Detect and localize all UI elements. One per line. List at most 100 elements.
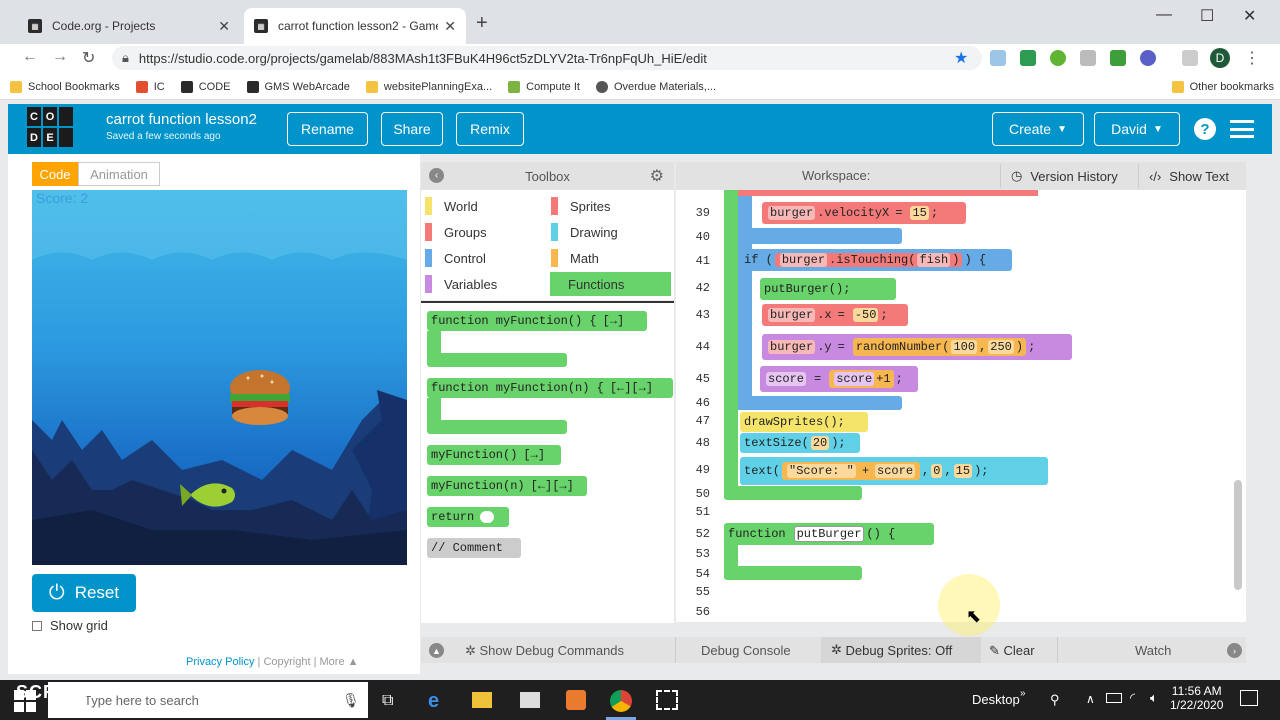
category-variables[interactable]: Variables bbox=[421, 272, 545, 296]
return-block[interactable]: return bbox=[427, 507, 509, 527]
browser-tab-gamelab[interactable]: ▦ carrot function lesson2 - Game L... ✕ bbox=[244, 8, 466, 44]
maximize-icon[interactable]: ☐ bbox=[1200, 6, 1214, 26]
collapse-toolbox-icon[interactable]: ‹ bbox=[429, 168, 444, 183]
workspace-scrollbar[interactable] bbox=[1234, 480, 1242, 590]
code-block-function-putburger[interactable]: function putBurger() { bbox=[724, 523, 934, 545]
tray-caret-icon[interactable]: ∧ bbox=[1086, 692, 1095, 706]
debug-sprites-toggle[interactable]: ✲ Debug Sprites: Off bbox=[821, 637, 981, 663]
comment-block[interactable]: // Comment bbox=[427, 538, 521, 558]
remix-button[interactable]: Remix bbox=[456, 112, 524, 146]
copyright-link[interactable]: Copyright bbox=[263, 656, 310, 668]
user-menu-button[interactable]: David ▼ bbox=[1094, 112, 1180, 146]
chevron-icon[interactable]: » bbox=[1020, 688, 1026, 699]
bookmark-item[interactable]: School Bookmarks bbox=[10, 80, 120, 93]
category-functions[interactable]: Functions bbox=[550, 272, 671, 296]
snipping-tool-icon[interactable] bbox=[656, 690, 678, 710]
more-link[interactable]: More bbox=[320, 656, 345, 668]
code-block-putburger-call[interactable]: putBurger(); bbox=[760, 278, 896, 300]
forward-icon[interactable]: → bbox=[52, 48, 68, 66]
category-world[interactable]: World bbox=[421, 194, 545, 218]
minimize-icon[interactable]: — bbox=[1156, 6, 1172, 24]
code-mode-tab[interactable]: Code bbox=[32, 162, 78, 186]
file-explorer-icon[interactable] bbox=[472, 692, 492, 708]
help-icon[interactable]: ? bbox=[1194, 118, 1216, 140]
function-call-param-block[interactable]: myFunction(n) [←][→] bbox=[427, 476, 587, 496]
show-text-button[interactable]: ‹/› Show Text bbox=[1138, 164, 1246, 188]
new-tab-icon[interactable]: + bbox=[476, 12, 488, 35]
reset-button[interactable]: ⏻ Reset bbox=[32, 574, 136, 612]
expand-watch-icon[interactable]: › bbox=[1227, 643, 1242, 658]
privacy-policy-link[interactable]: Privacy Policy bbox=[186, 656, 254, 668]
function-def-block[interactable]: function myFunction() {[→] bbox=[427, 311, 647, 331]
bookmark-item[interactable]: IC bbox=[135, 80, 165, 93]
extension-icon[interactable] bbox=[1110, 50, 1126, 66]
volume-icon[interactable]: 🔈︎ bbox=[1150, 690, 1158, 706]
code-org-logo[interactable]: CO DE bbox=[26, 106, 74, 148]
extension-icon[interactable] bbox=[1050, 50, 1066, 66]
category-drawing[interactable]: Drawing bbox=[547, 220, 671, 244]
bookmark-star-icon[interactable]: ★ bbox=[954, 48, 968, 68]
code-block-burger-y[interactable]: burger .y = randomNumber(100, 250); bbox=[762, 334, 1072, 360]
browser-menu-icon[interactable]: ⋮ bbox=[1244, 48, 1260, 68]
bookmark-item[interactable]: Compute It bbox=[508, 80, 580, 93]
battery-icon[interactable] bbox=[1106, 693, 1122, 703]
code-block-if[interactable]: if (burger .isTouching(fish)) { bbox=[740, 249, 1012, 271]
bookmark-item[interactable]: Overdue Materials,... bbox=[595, 80, 716, 93]
back-icon[interactable]: ← bbox=[22, 48, 38, 66]
hamburger-menu-icon[interactable] bbox=[1230, 120, 1254, 138]
show-debug-commands-button[interactable]: ✲ Show Debug Commands bbox=[465, 643, 624, 659]
microphone-icon[interactable]: 🎙︎ bbox=[342, 692, 360, 709]
show-grid-checkbox[interactable]: Show grid bbox=[32, 618, 108, 633]
chrome-icon[interactable] bbox=[610, 690, 632, 712]
rename-button[interactable]: Rename bbox=[287, 112, 368, 146]
category-sprites[interactable]: Sprites bbox=[547, 194, 671, 218]
task-view-icon[interactable]: ⧉ bbox=[382, 692, 393, 710]
extension-icon[interactable] bbox=[990, 50, 1006, 66]
create-menu-button[interactable]: Create ▼ bbox=[992, 112, 1084, 146]
code-block-velocity[interactable]: burger .velocityX = 15; bbox=[762, 202, 966, 224]
bookmark-item[interactable]: websitePlanningExa... bbox=[365, 80, 492, 93]
game-canvas[interactable] bbox=[32, 190, 407, 565]
line-number: 47 bbox=[695, 414, 710, 428]
collapse-debug-icon[interactable]: ▲ bbox=[429, 643, 444, 658]
code-block-burger-x[interactable]: burger .x = -50; bbox=[762, 304, 908, 326]
profile-avatar[interactable]: D bbox=[1210, 48, 1230, 68]
network-icon[interactable]: ◜ bbox=[1130, 690, 1135, 706]
extension-icon[interactable] bbox=[1020, 50, 1036, 66]
clear-console-button[interactable]: ✎ Clear bbox=[989, 643, 1035, 659]
code-block-drawsprites[interactable]: drawSprites(); bbox=[740, 412, 868, 432]
code-block-text[interactable]: text( "Score: " + score, 0, 15); bbox=[740, 457, 1048, 485]
extension-icon[interactable] bbox=[1140, 50, 1156, 66]
animation-mode-tab[interactable]: Animation bbox=[78, 162, 160, 186]
function-call-block[interactable]: myFunction() [→] bbox=[427, 445, 561, 465]
close-window-icon[interactable]: ✕ bbox=[1243, 6, 1256, 26]
extension-icon[interactable] bbox=[1080, 50, 1096, 66]
app-icon[interactable] bbox=[566, 690, 586, 710]
edge-icon[interactable]: e bbox=[428, 690, 439, 713]
notifications-icon[interactable] bbox=[1240, 690, 1258, 706]
close-tab-icon[interactable]: ✕ bbox=[218, 18, 230, 35]
category-groups[interactable]: Groups bbox=[421, 220, 545, 244]
desktop-toolbar[interactable]: Desktop bbox=[972, 692, 1020, 707]
share-button[interactable]: Share bbox=[381, 112, 443, 146]
code-block-textsize[interactable]: textSize(20); bbox=[740, 433, 860, 453]
function-def-param-block[interactable]: function myFunction(n) {[←][→] bbox=[427, 378, 673, 398]
category-math[interactable]: Math bbox=[547, 246, 671, 270]
reload-icon[interactable]: ↻ bbox=[82, 48, 95, 68]
mail-icon[interactable] bbox=[520, 692, 540, 708]
code-block-score[interactable]: score = score +1; bbox=[760, 366, 918, 392]
cast-icon[interactable] bbox=[1182, 50, 1198, 66]
browser-tab-projects[interactable]: ▦ Code.org - Projects ✕ bbox=[18, 8, 240, 44]
url-bar[interactable]: 🔒︎ https://studio.code.org/projects/game… bbox=[112, 46, 982, 70]
bookmarks-bar: School Bookmarks IC CODE GMS WebArcade w… bbox=[0, 74, 1280, 100]
bookmark-item[interactable]: GMS WebArcade bbox=[246, 80, 350, 93]
gear-icon[interactable]: ⚙ bbox=[650, 166, 664, 186]
function-stem bbox=[724, 545, 738, 567]
category-control[interactable]: Control bbox=[421, 246, 545, 270]
taskbar-clock[interactable]: 11:56 AM 1/22/2020 bbox=[1170, 684, 1223, 712]
close-tab-icon[interactable]: ✕ bbox=[444, 18, 456, 35]
people-icon[interactable]: ⚲ bbox=[1050, 692, 1060, 708]
bookmark-item[interactable]: CODE bbox=[180, 80, 231, 93]
version-history-button[interactable]: ◷ Version History bbox=[1000, 164, 1136, 188]
other-bookmarks[interactable]: Other bookmarks bbox=[1171, 80, 1274, 93]
